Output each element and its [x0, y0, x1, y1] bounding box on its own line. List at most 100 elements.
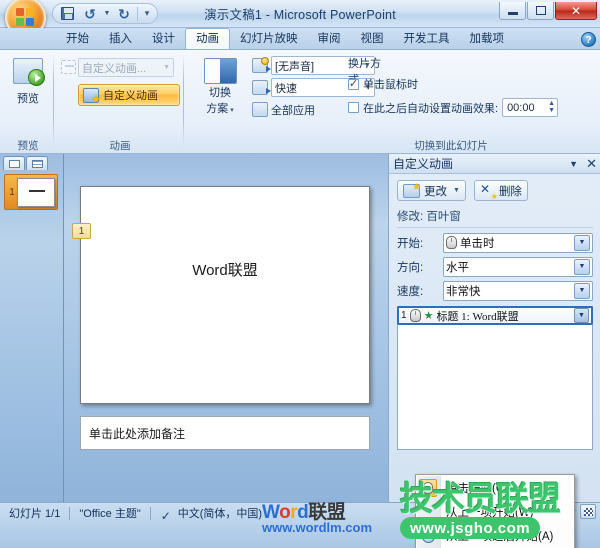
change-button-label: 更改 [424, 185, 447, 198]
advance-auto-time-spinner[interactable]: 00:00 ▲ ▼ [502, 98, 559, 117]
animation-item-text: 标题 1: Word联盟 [436, 310, 519, 323]
speed-field-label: 速度: [397, 285, 424, 298]
remove-animation-button[interactable]: 删除 [473, 180, 528, 201]
status-divider [149, 506, 151, 520]
direction-field-combo[interactable]: 水平 ▼ [443, 256, 593, 277]
chevron-down-icon[interactable]: ▼ [574, 234, 590, 251]
clock-icon [419, 527, 437, 545]
menu-item-start-after-previous[interactable]: 从上一项之后开始(A) [416, 524, 574, 548]
minimize-button[interactable] [499, 2, 526, 20]
tab-outline[interactable] [26, 156, 48, 170]
spinner-down-icon[interactable]: ▼ [548, 107, 555, 114]
tab-slides-thumbnails[interactable] [3, 156, 25, 170]
animate-combo[interactable]: 自定义动画... ▼ [78, 58, 174, 77]
tab-addins[interactable]: 加载项 [460, 29, 515, 49]
close-icon: ✕ [570, 3, 582, 18]
slide-thumbnail-icon [8, 159, 20, 168]
ribbon-tabs: 开始 插入 设计 动画 幻灯片放映 审阅 视图 开发工具 加载项 ? [0, 28, 600, 50]
status-theme[interactable]: "Office 主题" [70, 505, 149, 521]
slide-canvas: 1 Word联盟 单击此处添加备注 [64, 154, 388, 502]
ribbon-group-preview: 预览 预览 [2, 50, 54, 154]
group-label-preview: 预览 [17, 140, 39, 152]
preview-play-icon [13, 58, 45, 86]
ribbon-group-animations: 自定义动画... ▼ 自定义动画 动画 [56, 50, 184, 154]
maximize-icon [535, 6, 546, 15]
tab-home[interactable]: 开始 [56, 29, 99, 49]
transition-scheme-label-2: 方案 [206, 103, 229, 115]
start-field-value: 单击时 [460, 237, 495, 250]
fit-to-window-button[interactable] [580, 504, 596, 519]
close-button[interactable]: ✕ [555, 2, 597, 20]
animation-list [397, 306, 593, 450]
notes-pane[interactable]: 单击此处添加备注 [80, 416, 370, 450]
tab-review[interactable]: 审阅 [308, 29, 351, 49]
remove-button-label: 删除 [498, 185, 522, 198]
task-pane-header: 自定义动画 ▼ ✕ [389, 154, 600, 174]
mouse-icon [409, 309, 421, 322]
tab-insert[interactable]: 插入 [99, 29, 142, 49]
direction-field-value: 水平 [446, 261, 469, 274]
chevron-down-icon[interactable]: ▼ [574, 308, 589, 323]
task-pane-menu-icon[interactable]: ▼ [569, 159, 578, 169]
maximize-button[interactable] [527, 2, 554, 20]
slide-editor[interactable]: 1 Word联盟 [72, 186, 370, 404]
speed-field: 速度: 非常快 ▼ [397, 280, 593, 301]
slide-thumbnail-1[interactable]: 1 [4, 174, 58, 210]
custom-animation-icon [83, 87, 101, 106]
slide-thumbnail-preview [17, 177, 55, 207]
tab-animations[interactable]: 动画 [185, 28, 230, 49]
animation-item-index: 1 [401, 310, 407, 321]
direction-field-label: 方向: [397, 261, 424, 274]
advance-on-click-label: 单击鼠标时 [363, 79, 418, 91]
advance-auto-checkbox[interactable] [348, 102, 359, 113]
custom-animation-button[interactable]: 自定义动画 [78, 84, 180, 106]
custom-animation-label: 自定义动画 [103, 90, 158, 102]
blank-icon [419, 503, 437, 521]
title-bar: ↺ ▼ ↻ ▾ 演示文稿1 - Microsoft PowerPoint ✕ [0, 0, 600, 38]
slide-thumbnail-number: 1 [9, 186, 15, 198]
chevron-down-icon: ▼ [163, 64, 170, 71]
tab-design[interactable]: 设计 [142, 29, 185, 49]
task-pane-close-icon[interactable]: ✕ [586, 156, 597, 172]
menu-item-start-with-previous[interactable]: 从上一项开始(W) [416, 500, 574, 524]
workspace: 1 1 Word联盟 单击此处添加备注 自定义动画 ▼ ✕ ★ 更改 ▼ ✕ ★… [0, 154, 600, 548]
change-animation-button[interactable]: 更改 ▼ [397, 180, 466, 201]
modify-underline [397, 227, 593, 228]
advance-auto-row[interactable]: 在此之后自动设置动画效果: 00:00 ▲ ▼ [348, 98, 559, 117]
transition-scheme-label-1: 切换 [209, 87, 231, 99]
advance-on-click-checkbox[interactable] [348, 77, 359, 90]
tab-slideshow[interactable]: 幻灯片放映 [230, 29, 308, 49]
transition-scheme-icon [203, 58, 237, 84]
menu-item-label: 从上一项开始(W) [446, 507, 534, 519]
status-language[interactable]: 中文(简体，中国) [169, 505, 271, 521]
chevron-down-icon: ▼ [453, 187, 460, 194]
chevron-down-icon: ▾ [230, 107, 234, 114]
slide-title-text[interactable]: Word联盟 [81, 259, 369, 280]
help-icon[interactable]: ? [581, 32, 596, 47]
animate-icon [61, 60, 76, 74]
remove-icon [480, 182, 498, 201]
task-pane-buttons: 更改 ▼ 删除 [397, 180, 528, 201]
notes-placeholder: 单击此处添加备注 [89, 427, 186, 441]
advance-on-click-row[interactable]: 单击鼠标时 [348, 76, 418, 92]
group-divider [53, 54, 54, 146]
sound-icon [252, 57, 271, 73]
animation-order-tag[interactable]: 1 [72, 223, 91, 239]
tab-developer[interactable]: 开发工具 [394, 29, 460, 49]
menu-item-start-on-click[interactable]: 单击开始(C) [416, 476, 574, 500]
modify-label: 修改: 百叶窗 [397, 208, 593, 228]
chevron-down-icon[interactable]: ▼ [574, 282, 590, 299]
change-icon [403, 182, 421, 198]
slides-pane-tabs [3, 156, 48, 170]
tab-view[interactable]: 视图 [351, 29, 394, 49]
minimize-icon [507, 11, 518, 15]
preview-button[interactable]: 预览 [6, 54, 50, 130]
powerpoint-window: ↺ ▼ ↻ ▾ 演示文稿1 - Microsoft PowerPoint ✕ 开… [0, 0, 600, 548]
animation-list-item[interactable]: 1 ★ 标题 1: Word联盟 ▼ [397, 306, 593, 325]
speed-field-combo[interactable]: 非常快 ▼ [443, 280, 593, 301]
modify-label-text: 修改: 百叶窗 [397, 211, 461, 223]
chevron-down-icon[interactable]: ▼ [574, 258, 590, 275]
transition-scheme-button[interactable]: 切换 方案 ▾ [192, 54, 248, 130]
start-field-combo[interactable]: 单击时 ▼ [443, 232, 593, 253]
apply-to-all-row[interactable]: 全部应用 [252, 100, 315, 119]
